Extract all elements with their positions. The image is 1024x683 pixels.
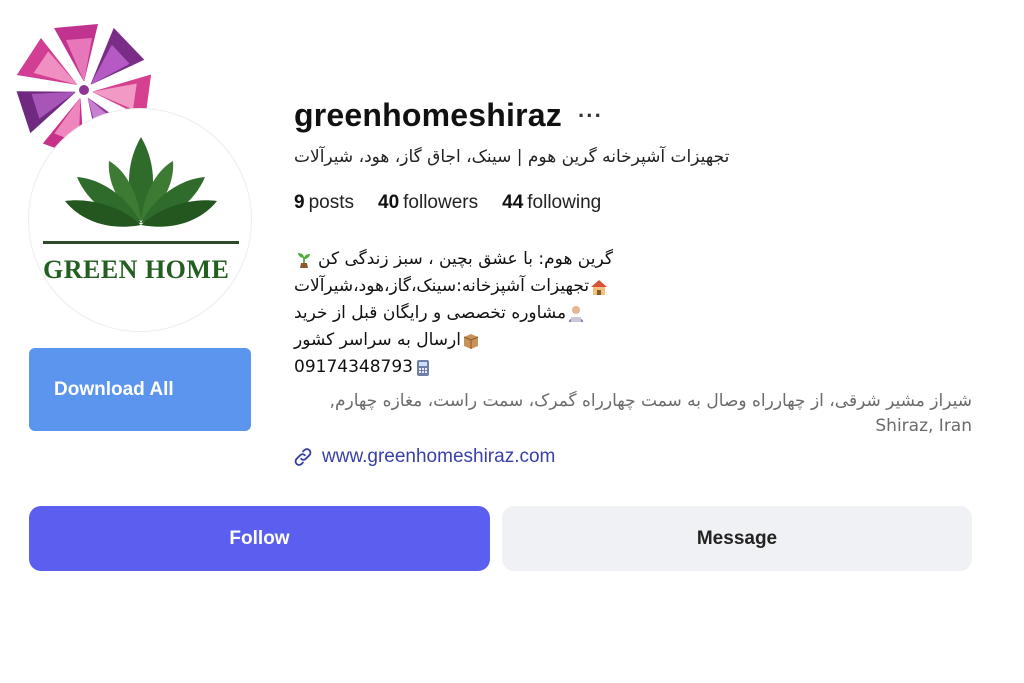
download-all-button[interactable]: Download All (29, 348, 251, 431)
phone-icon (416, 359, 429, 376)
message-button[interactable]: Message (502, 506, 972, 571)
follow-button[interactable]: Follow (29, 506, 490, 571)
link-icon (294, 448, 312, 466)
bio-text: گرین هوم: با عشق بچین ، سبز زندگی کن (318, 249, 613, 269)
posts-stat[interactable]: 9 posts (294, 192, 354, 214)
consultant-icon (569, 305, 584, 322)
bio-line: تجهیزات آشپزخانه:سینک،گاز،هود،شیرآلات (294, 273, 674, 300)
following-stat[interactable]: 44 following (502, 192, 601, 214)
package-icon (463, 333, 479, 349)
seedling-icon (298, 252, 310, 268)
bio-line: ارسال به سراسر کشور (294, 327, 674, 354)
bio-line: مشاوره تخصصی و رایگان قبل از خرید (294, 300, 674, 327)
bio-text: ارسال به سراسر کشور (294, 330, 461, 350)
posts-label: posts (308, 192, 354, 213)
bio-phone: 09174348793 (294, 357, 413, 377)
house-icon (591, 279, 608, 295)
more-options-icon[interactable]: ··· (578, 103, 603, 129)
bio-line: گرین هوم: با عشق بچین ، سبز زندگی کن (294, 246, 674, 273)
posts-count: 9 (294, 192, 305, 213)
followers-count: 40 (378, 192, 400, 213)
followers-label: followers (403, 192, 479, 213)
username: greenhomeshiraz (294, 97, 562, 133)
verified-badge-icon (32, 110, 44, 126)
profile-avatar[interactable]: GREEN HOME (28, 108, 252, 332)
avatar-brand-text: GREEN HOME (43, 255, 230, 284)
username-row: greenhomeshiraz ··· (294, 97, 603, 134)
bio-text: تجهیزات آشپزخانه:سینک،گاز،هود،شیرآلات (294, 276, 590, 296)
following-label: following (527, 192, 602, 213)
profile-address: شیراز مشیر شرقی، از چهارراه وصال به سمت … (329, 391, 972, 436)
website-text: www.greenhomeshiraz.com (322, 446, 556, 467)
bio-line: 09174348793 (294, 354, 674, 381)
followers-stat[interactable]: 40 followers (378, 192, 478, 214)
bio-text: مشاوره تخصصی و رایگان قبل از خرید (294, 303, 567, 323)
website-link[interactable]: www.greenhomeshiraz.com (292, 446, 555, 468)
profile-stats: 9 posts 40 followers 44 following (294, 192, 601, 214)
profile-bio: گرین هوم: با عشق بچین ، سبز زندگی کن تجه… (294, 246, 674, 381)
lotus-logo-icon (43, 137, 239, 244)
following-count: 44 (502, 192, 524, 213)
profile-subtitle: تجهیزات آشپرخانه گرین هوم | سینک، اجاق گ… (294, 147, 730, 167)
